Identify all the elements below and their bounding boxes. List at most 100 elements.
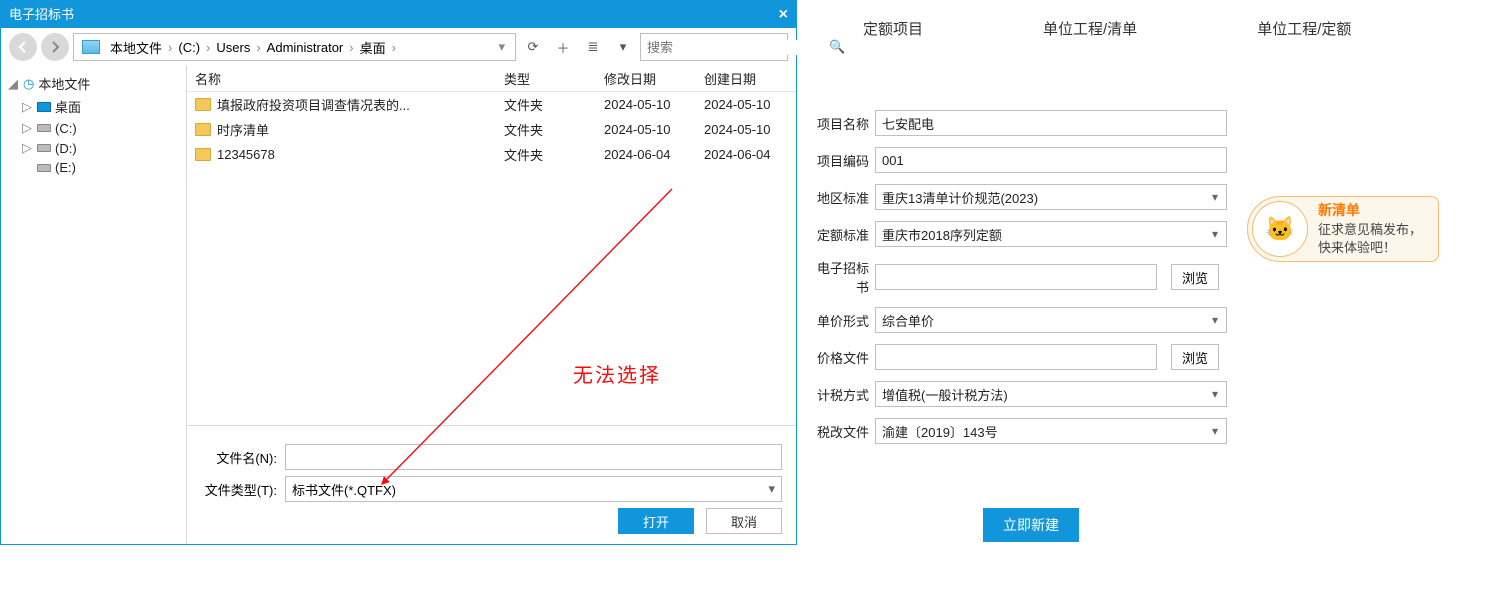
clock-icon: ◷: [23, 76, 34, 92]
col-header-created[interactable]: 创建日期: [696, 69, 796, 88]
tree-label: (D:): [55, 141, 77, 156]
close-icon[interactable]: ×: [779, 1, 788, 28]
list-item[interactable]: 填报政府投资项目调查情况表的... 文件夹 2024-05-10 2024-05…: [187, 92, 796, 117]
address-bar[interactable]: 本地文件› (C:)› Users› Administrator› 桌面› ▾: [73, 33, 516, 61]
breadcrumb[interactable]: 桌面: [356, 36, 390, 59]
filetype-value: 标书文件(*.QTFX): [292, 480, 396, 499]
monitor-icon: [37, 102, 51, 112]
chevron-down-icon: ▾: [768, 481, 775, 497]
view-mode-icon[interactable]: ≣: [580, 34, 606, 60]
label-region-std: 地区标准: [811, 188, 869, 207]
list-item[interactable]: 12345678 文件夹 2024-06-04 2024-06-04: [187, 142, 796, 167]
new-folder-icon[interactable]: ＋: [550, 34, 576, 60]
addressbar-dropdown-icon[interactable]: ▾: [492, 39, 511, 55]
dialog-title: 电子招标书: [9, 1, 74, 28]
list-item[interactable]: 时序清单 文件夹 2024-05-10 2024-05-10: [187, 117, 796, 142]
col-header-modified[interactable]: 修改日期: [596, 69, 696, 88]
file-name: 时序清单: [217, 120, 269, 139]
filetype-select[interactable]: 标书文件(*.QTFX) ▾: [285, 476, 782, 502]
file-type: 文件夹: [496, 95, 596, 114]
file-list-header: 名称 类型 修改日期 创建日期: [187, 66, 796, 92]
promo-title: 新清单: [1318, 202, 1360, 218]
col-header-type[interactable]: 类型: [496, 69, 596, 88]
browse-price-button[interactable]: 浏览: [1171, 344, 1219, 370]
tab-quota-project[interactable]: 定额项目: [863, 18, 923, 39]
tree-label: 桌面: [55, 97, 81, 116]
promo-face-icon: 🐱: [1252, 201, 1308, 257]
input-price-file[interactable]: [875, 344, 1157, 370]
promo-line1: 征求意见稿发布，: [1318, 222, 1422, 237]
open-button[interactable]: 打开: [618, 508, 694, 534]
dialog-bottom-panel: 文件名(N): 文件类型(T): 标书文件(*.QTFX) ▾ 打开 取消: [187, 425, 796, 544]
tree-twisty-icon[interactable]: ▷: [21, 99, 33, 115]
project-form: 项目名称 七安配电 项目编码 001 地区标准 重庆13清单计价规范(2023)…: [797, 110, 1505, 444]
label-project-name: 项目名称: [811, 114, 869, 133]
folder-tree: ◢ ◷ 本地文件 ▷ 桌面 ▷ (C:) ▷ (D:): [1, 66, 187, 544]
browse-tender-button[interactable]: 浏览: [1171, 264, 1219, 290]
tree-item-drive-c[interactable]: ▷ (C:): [5, 118, 182, 138]
file-list-area: 名称 类型 修改日期 创建日期 填报政府投资项目调查情况表的... 文件夹 20…: [187, 66, 796, 544]
label-tender: 电子招标书: [811, 258, 869, 296]
file-type: 文件夹: [496, 145, 596, 164]
tab-row: 定额项目 单位工程/清单 单位工程/定额: [797, 0, 1505, 56]
select-region-std[interactable]: 重庆13清单计价规范(2023): [875, 184, 1227, 210]
dialog-toolbar: 本地文件› (C:)› Users› Administrator› 桌面› ▾ …: [1, 28, 796, 66]
tree-twisty-icon[interactable]: ◢: [7, 76, 19, 92]
select-price-form[interactable]: 综合单价: [875, 307, 1227, 333]
tab-unit-quota[interactable]: 单位工程/定额: [1257, 18, 1351, 39]
tree-item-drive-d[interactable]: ▷ (D:): [5, 138, 182, 158]
breadcrumb[interactable]: Administrator: [263, 38, 348, 57]
tree-item-desktop[interactable]: ▷ 桌面: [5, 95, 182, 118]
file-created: 2024-06-04: [696, 147, 796, 162]
tree-label: 本地文件: [38, 74, 90, 93]
promo-chip[interactable]: 🐱 新清单 征求意见稿发布， 快来体验吧！: [1247, 196, 1439, 262]
input-project-name[interactable]: 七安配电: [875, 110, 1227, 136]
label-tax-method: 计税方式: [811, 385, 869, 404]
refresh-icon[interactable]: ⟳: [520, 34, 546, 60]
drive-icon: [37, 124, 51, 132]
tab-unit-list[interactable]: 单位工程/清单: [1043, 18, 1137, 39]
create-button[interactable]: 立即新建: [983, 508, 1079, 542]
tree-root-local[interactable]: ◢ ◷ 本地文件: [5, 72, 182, 95]
dialog-titlebar: 电子招标书 ×: [1, 1, 796, 28]
label-project-code: 项目编码: [811, 151, 869, 170]
label-tax-doc: 税改文件: [811, 422, 869, 441]
forward-button[interactable]: [41, 33, 69, 61]
tree-twisty-icon[interactable]: ▷: [21, 140, 33, 156]
filename-input[interactable]: [285, 444, 782, 470]
file-type: 文件夹: [496, 120, 596, 139]
select-tax-doc[interactable]: 渝建〔2019〕143号: [875, 418, 1227, 444]
label-price-form: 单价形式: [811, 311, 869, 330]
col-header-name[interactable]: 名称: [187, 69, 496, 88]
tree-item-drive-e[interactable]: (E:): [5, 158, 182, 177]
drive-icon: [37, 164, 51, 172]
tree-label: (C:): [55, 121, 77, 136]
filename-label: 文件名(N):: [201, 448, 277, 467]
search-box[interactable]: 🔍: [640, 33, 788, 61]
back-button[interactable]: [9, 33, 37, 61]
label-quota-std: 定额标准: [811, 225, 869, 244]
folder-icon: [195, 98, 211, 111]
folder-icon: [195, 123, 211, 136]
file-modified: 2024-06-04: [596, 147, 696, 162]
view-mode-dropdown-icon[interactable]: ▾: [610, 34, 636, 60]
file-modified: 2024-05-10: [596, 97, 696, 112]
input-tender-file[interactable]: [875, 264, 1157, 290]
file-modified: 2024-05-10: [596, 122, 696, 137]
file-created: 2024-05-10: [696, 97, 796, 112]
drive-icon: [82, 40, 100, 54]
filetype-label: 文件类型(T):: [201, 480, 277, 499]
breadcrumb[interactable]: (C:): [174, 38, 204, 57]
file-list: 填报政府投资项目调查情况表的... 文件夹 2024-05-10 2024-05…: [187, 92, 796, 425]
input-project-code[interactable]: 001: [875, 147, 1227, 173]
label-price-file: 价格文件: [811, 348, 869, 367]
tree-twisty-icon[interactable]: ▷: [21, 120, 33, 136]
folder-icon: [195, 148, 211, 161]
select-quota-std[interactable]: 重庆市2018序列定额: [875, 221, 1227, 247]
file-created: 2024-05-10: [696, 122, 796, 137]
select-tax-method[interactable]: 增值税(一般计税方法): [875, 381, 1227, 407]
breadcrumb[interactable]: Users: [212, 38, 254, 57]
file-name: 填报政府投资项目调查情况表的...: [217, 95, 410, 114]
cancel-button[interactable]: 取消: [706, 508, 782, 534]
breadcrumb[interactable]: 本地文件: [106, 36, 166, 59]
